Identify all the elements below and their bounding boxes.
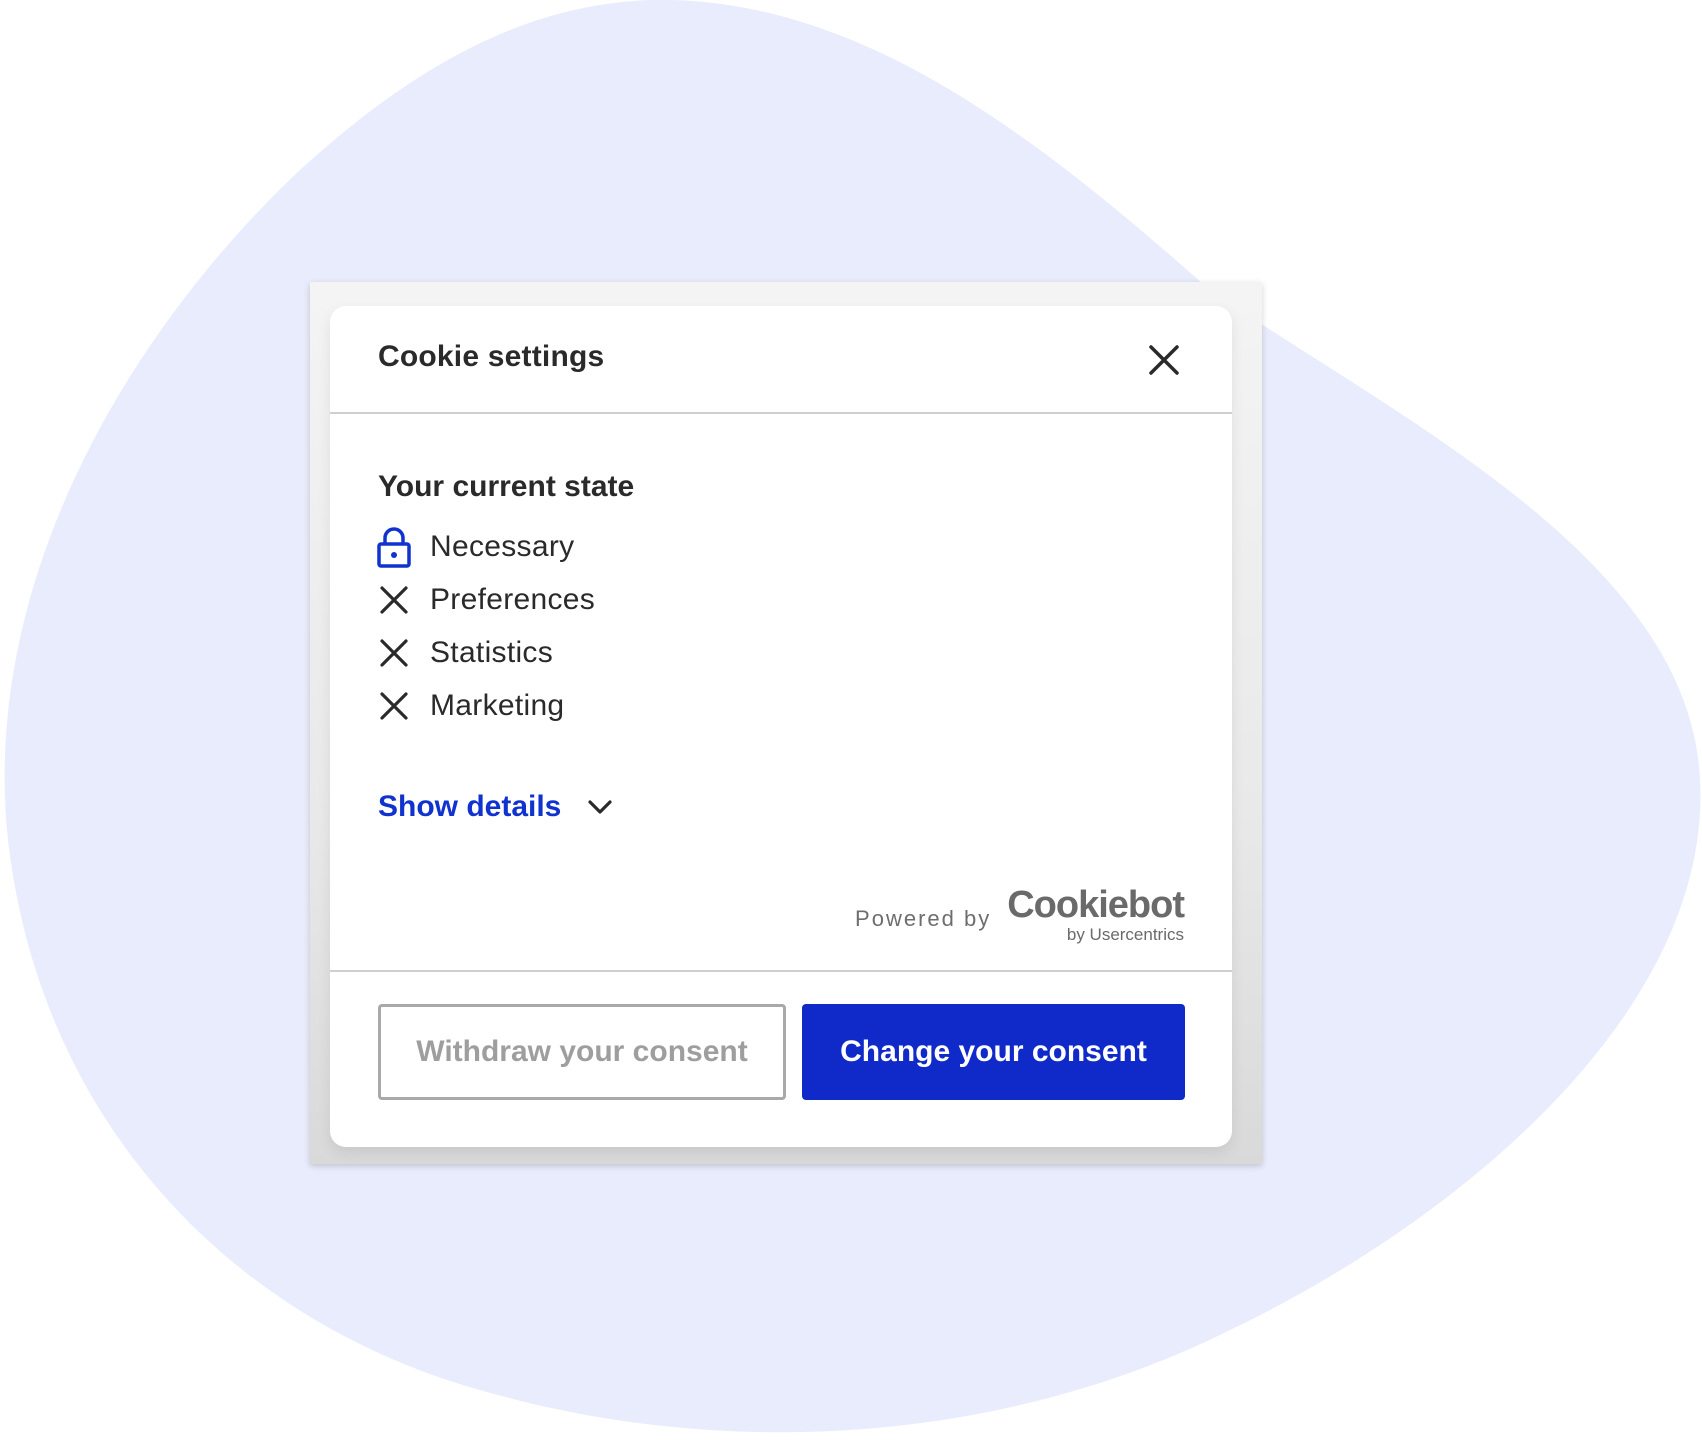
state-item-necessary: Necessary xyxy=(374,520,974,573)
close-button[interactable] xyxy=(1140,336,1188,384)
logo-name: Cookiebot xyxy=(1007,884,1185,926)
current-state-heading: Your current state xyxy=(378,470,635,503)
change-consent-button[interactable]: Change your consent xyxy=(802,1004,1185,1100)
show-details-label: Show details xyxy=(378,790,562,823)
page: Cookie settings Your current state Neces… xyxy=(0,0,1702,1447)
state-label-marketing: Marketing xyxy=(430,688,565,722)
consent-state-list: Necessary Preferences Statistics Marketi… xyxy=(374,520,974,732)
cookiebot-logo[interactable]: Cookiebot by Usercentrics xyxy=(1007,884,1185,944)
dialog-frame: Cookie settings Your current state Neces… xyxy=(310,282,1262,1164)
chevron-down-icon xyxy=(588,800,612,814)
dialog-header: Cookie settings xyxy=(330,306,1232,414)
close-icon xyxy=(1149,345,1179,375)
x-icon xyxy=(374,686,414,726)
lock-icon xyxy=(374,526,414,568)
x-icon xyxy=(374,633,414,673)
withdraw-consent-button[interactable]: Withdraw your consent xyxy=(378,1004,786,1100)
state-label-statistics: Statistics xyxy=(430,635,554,669)
state-item-statistics: Statistics xyxy=(374,626,974,679)
powered-by-label: Powered by xyxy=(855,906,992,931)
show-details-toggle[interactable]: Show details xyxy=(378,790,615,824)
state-item-marketing: Marketing xyxy=(374,679,974,732)
dialog-title: Cookie settings xyxy=(378,340,605,373)
powered-by: Powered by Cookiebot by Usercentrics xyxy=(855,884,1185,944)
state-label-preferences: Preferences xyxy=(430,582,596,616)
logo-sub: by Usercentrics xyxy=(1066,925,1184,944)
cookie-settings-dialog: Cookie settings Your current state Neces… xyxy=(330,306,1232,1147)
state-label-necessary: Necessary xyxy=(430,529,575,563)
footer-divider xyxy=(330,970,1232,972)
x-icon xyxy=(374,580,414,620)
state-item-preferences: Preferences xyxy=(374,573,974,626)
